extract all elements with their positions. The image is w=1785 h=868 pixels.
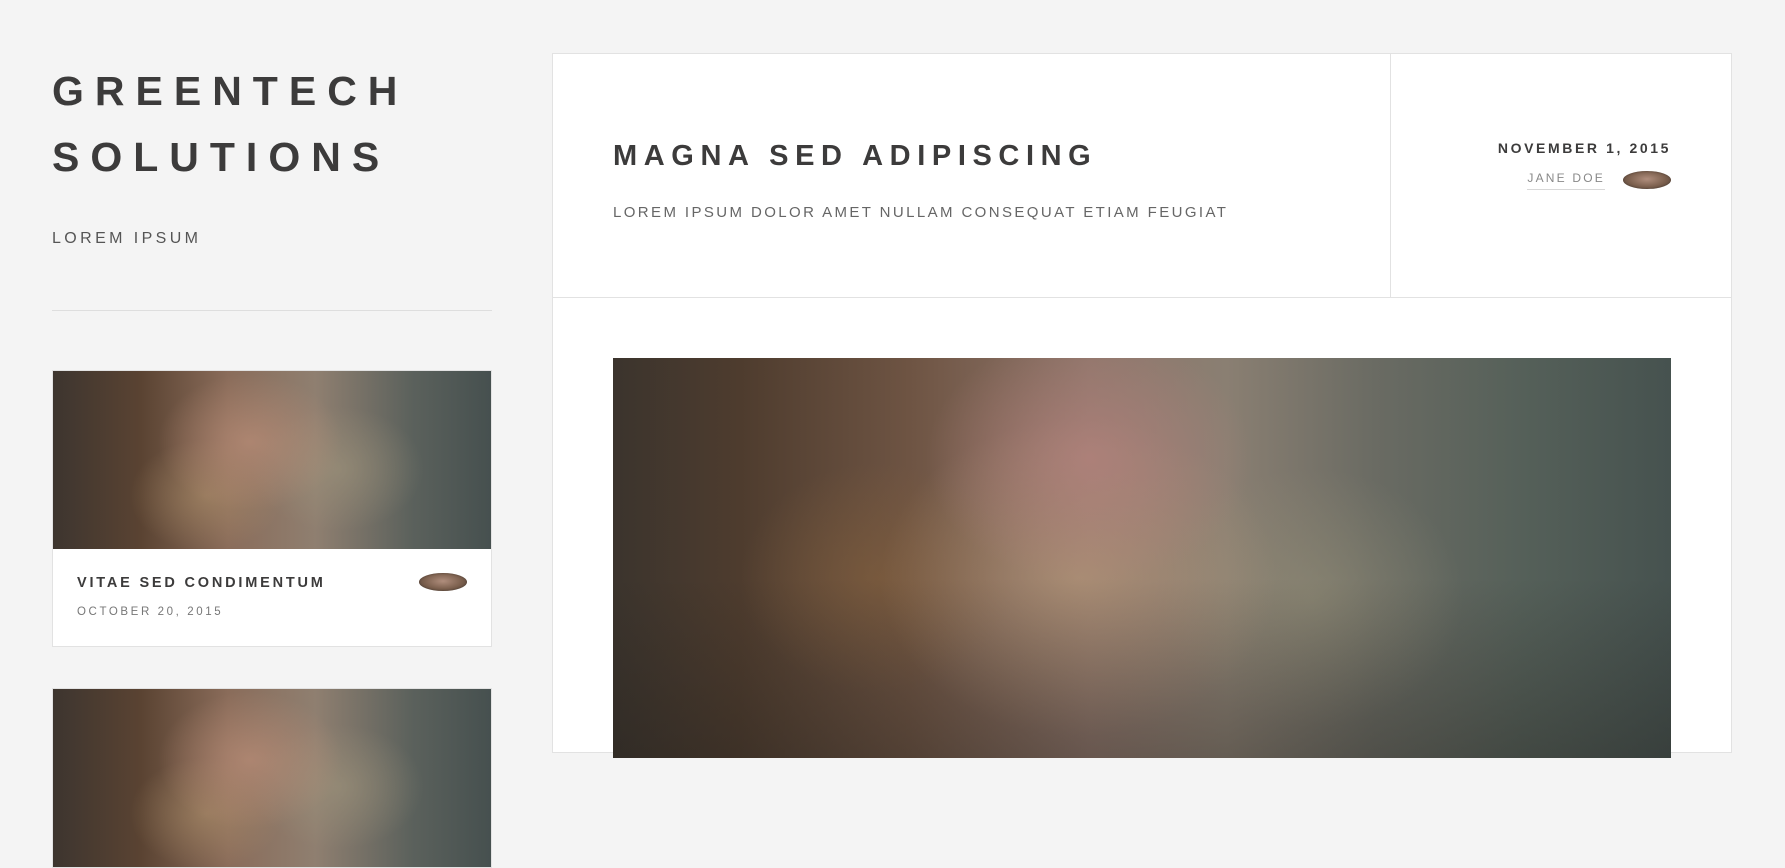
mini-post-date: OCTOBER 20, 2015 (77, 606, 224, 618)
post-author[interactable]: JANE DOE (1527, 168, 1671, 192)
post-date: NOVEMBER 1, 2015 (1497, 140, 1671, 156)
site-tagline: LOREM IPSUM (52, 230, 202, 247)
mini-post[interactable]: VITAE SED CONDIMENTUM OCTOBER 20, 2015 (52, 370, 492, 647)
mini-post-next[interactable] (52, 688, 492, 868)
post-title[interactable]: MAGNA SED ADIPISCING (613, 140, 1097, 173)
mini-post-image[interactable] (53, 371, 491, 549)
post-feature-image[interactable] (613, 358, 1671, 758)
mini-post-author-avatar[interactable] (419, 573, 467, 591)
author-name-link[interactable]: JANE DOE (1527, 171, 1605, 190)
sidebar-divider (52, 310, 492, 311)
site-title[interactable]: GREENTECH SOLUTIONS (52, 58, 492, 190)
sidebar: GREENTECH SOLUTIONS LOREM IPSUM (52, 58, 492, 319)
mini-post-image[interactable] (53, 689, 491, 867)
post-title-block: MAGNA SED ADIPISCING LOREM IPSUM DOLOR A… (553, 54, 1391, 297)
mini-post-title[interactable]: VITAE SED CONDIMENTUM (77, 575, 326, 591)
main-post: MAGNA SED ADIPISCING LOREM IPSUM DOLOR A… (552, 53, 1732, 758)
post-header: MAGNA SED ADIPISCING LOREM IPSUM DOLOR A… (553, 54, 1731, 298)
author-avatar[interactable] (1623, 171, 1671, 189)
mini-post-meta: VITAE SED CONDIMENTUM OCTOBER 20, 2015 (53, 549, 491, 646)
post-subtitle: LOREM IPSUM DOLOR AMET NULLAM CONSEQUAT … (613, 204, 1229, 221)
post-meta: NOVEMBER 1, 2015 JANE DOE (1411, 140, 1671, 240)
